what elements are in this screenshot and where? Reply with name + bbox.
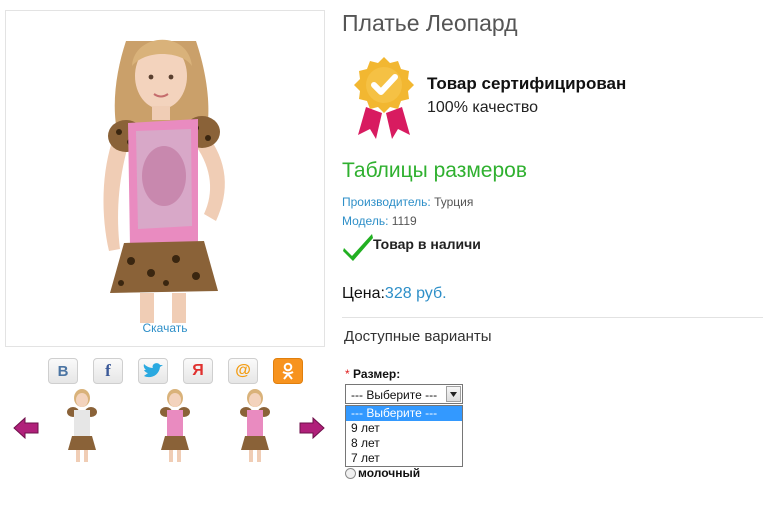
- certified-badge-icon: [354, 57, 414, 139]
- price-row: Цена:328 руб.: [342, 285, 447, 303]
- model-row: Модель: 1119: [342, 214, 417, 228]
- required-mark: *: [345, 367, 350, 381]
- twitter-share-button[interactable]: [138, 358, 168, 384]
- size-option[interactable]: 9 лет: [346, 421, 462, 436]
- model-value: 1119: [391, 214, 417, 228]
- price-label: Цена:: [342, 285, 385, 302]
- checkmark-icon: [343, 234, 373, 261]
- carousel-next-button[interactable]: [299, 416, 325, 444]
- girl-dress-photo: [103, 39, 225, 323]
- size-label-text: Размер:: [353, 367, 401, 381]
- thumbnail-1[interactable]: [60, 388, 104, 464]
- facebook-icon: f: [105, 361, 111, 380]
- size-tables-link[interactable]: Таблицы размеров: [342, 159, 527, 183]
- yaru-share-button[interactable]: Я: [183, 358, 213, 384]
- vk-icon: B: [57, 362, 69, 380]
- mailru-share-button[interactable]: @: [228, 358, 258, 384]
- color-option-label: молочный: [358, 466, 421, 480]
- twitter-icon: [143, 363, 163, 378]
- divider: [342, 317, 763, 318]
- download-link[interactable]: Скачать: [5, 321, 325, 335]
- yaru-icon: Я: [192, 362, 204, 379]
- carousel-prev-button[interactable]: [13, 416, 39, 444]
- certificate-subtitle: 100% качество: [427, 99, 539, 116]
- stock-status: Товар в наличи: [373, 236, 481, 252]
- size-option[interactable]: 8 лет: [346, 436, 462, 451]
- variants-title: Доступные варианты: [344, 328, 492, 345]
- manufacturer-label: Производитель:: [342, 195, 431, 209]
- color-radio[interactable]: [345, 468, 356, 479]
- thumbnail-photo: [240, 389, 270, 462]
- arrow-left-icon: [13, 416, 39, 440]
- product-main-image[interactable]: [5, 10, 325, 347]
- size-label: * Размер:: [345, 367, 400, 381]
- thumbnail-photo: [67, 389, 97, 462]
- vk-share-button[interactable]: B: [48, 358, 78, 384]
- size-select-value: --- Выберите ---: [351, 388, 438, 402]
- odnoklassniki-share-button[interactable]: [273, 358, 303, 384]
- manufacturer-row: Производитель: Турция: [342, 195, 473, 209]
- facebook-share-button[interactable]: f: [93, 358, 123, 384]
- color-option-row[interactable]: молочный: [345, 466, 420, 480]
- size-option[interactable]: --- Выберите ---: [346, 406, 462, 421]
- in-stock-icon-wrap: [342, 232, 374, 267]
- size-select[interactable]: --- Выберите ---: [345, 384, 463, 404]
- thumbnail-photo: [160, 389, 190, 462]
- mailru-icon: @: [235, 362, 251, 379]
- size-option[interactable]: 7 лет: [346, 451, 462, 466]
- odnoklassniki-icon: [282, 362, 294, 380]
- chevron-down-icon: [450, 391, 457, 397]
- dropdown-button[interactable]: [446, 386, 461, 402]
- product-title: Платье Леопард: [342, 10, 518, 36]
- certificate-title: Товар сертифицирован: [427, 74, 627, 93]
- size-dropdown-list: --- Выберите --- 9 лет 8 лет 7 лет: [345, 405, 463, 467]
- model-label: Модель:: [342, 214, 389, 228]
- certificate-badge: [352, 55, 416, 146]
- manufacturer-value: Турция: [434, 195, 474, 209]
- thumbnail-3[interactable]: [233, 388, 277, 464]
- price-value: 328 руб.: [384, 285, 447, 302]
- arrow-right-icon: [299, 416, 325, 440]
- thumbnail-2[interactable]: [153, 388, 197, 464]
